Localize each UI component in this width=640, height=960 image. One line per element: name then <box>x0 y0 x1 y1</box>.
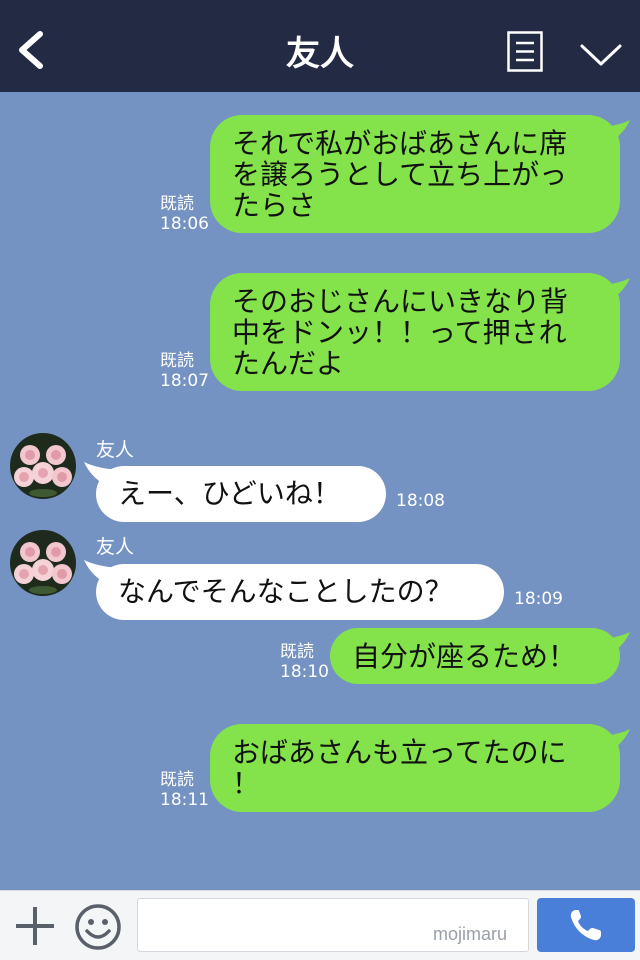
sender-name: 友人 <box>96 536 135 558</box>
message-time: 18:11 <box>160 790 209 810</box>
message-meta: 既読 18:10 <box>280 642 329 682</box>
chat-title: 友人 <box>286 34 354 74</box>
friend-avatar[interactable] <box>10 433 76 499</box>
phone-icon <box>570 910 601 941</box>
message-bubble[interactable]: 自分が座るため！ <box>330 628 620 684</box>
message-input-bar: mojimaru <box>0 890 640 960</box>
read-receipt: 既読 <box>160 770 194 790</box>
plus-icon[interactable] <box>14 905 56 947</box>
message-bubble[interactable]: なんでそんなことしたの？ <box>96 564 504 620</box>
read-receipt: 既読 <box>160 351 194 371</box>
notes-icon[interactable] <box>507 31 543 72</box>
read-receipt: 既読 <box>280 642 314 662</box>
smile-icon[interactable] <box>74 903 122 951</box>
message-time: 18:06 <box>160 214 209 234</box>
message-bubble[interactable]: そのおじさんにいきなり背 中をドンッ！！って押され たんだよ <box>210 273 620 391</box>
message-time: 18:09 <box>514 589 563 609</box>
chat-header: 友人 <box>0 0 640 92</box>
message-time: 18:07 <box>160 371 209 391</box>
call-button[interactable] <box>537 898 635 952</box>
read-receipt: 既読 <box>160 194 194 214</box>
rose-photo-icon <box>10 530 76 596</box>
rose-photo-icon <box>10 433 76 499</box>
message-bubble[interactable]: えー、ひどいね！ <box>96 466 386 522</box>
friend-avatar[interactable] <box>10 530 76 596</box>
chevron-down-icon[interactable] <box>578 36 624 72</box>
message-bubble[interactable]: それで私がおばあさんに席 を譲ろうとして立ち上がっ たらさ <box>210 115 620 233</box>
chat-area[interactable]: 既読 18:06 それで私がおばあさんに席 を譲ろうとして立ち上がっ たらさ 既… <box>0 92 640 890</box>
message-bubble[interactable]: おばあさんも立ってたのに ！ <box>210 724 620 812</box>
message-time: 18:10 <box>280 662 329 682</box>
message-time: 18:08 <box>396 491 445 511</box>
message-meta: 既読 18:06 <box>160 194 209 234</box>
sender-name: 友人 <box>96 439 135 461</box>
message-meta: 既読 18:07 <box>160 351 209 391</box>
watermark: mojimaru <box>433 924 508 944</box>
message-meta: 既読 18:11 <box>160 770 209 810</box>
